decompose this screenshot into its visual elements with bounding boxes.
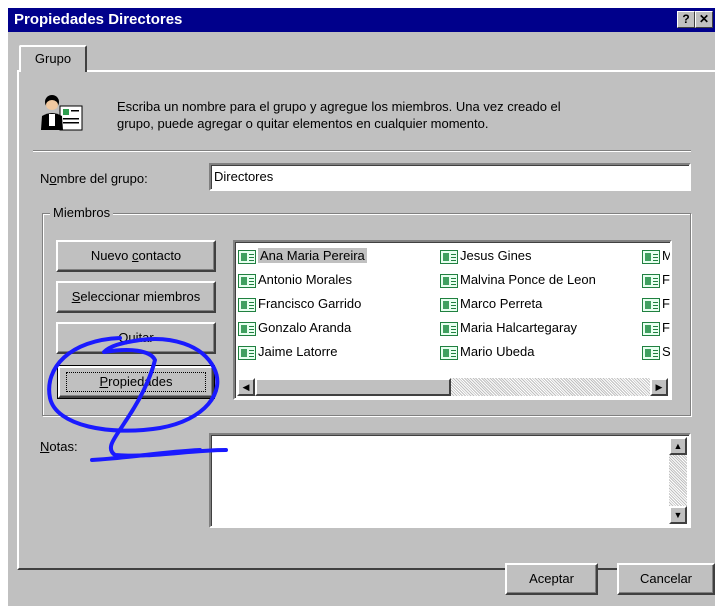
contact-card-icon bbox=[238, 297, 256, 312]
contact-card-icon bbox=[238, 345, 256, 360]
list-item[interactable]: Marco Perreta bbox=[440, 293, 542, 315]
cancel-button[interactable]: Cancelar bbox=[617, 563, 715, 595]
list-item[interactable]: Maria Halcartegaray bbox=[440, 317, 577, 339]
contact-card-icon bbox=[642, 297, 660, 312]
window-title: Propiedades Directores bbox=[14, 11, 183, 28]
contact-card-icon bbox=[440, 321, 458, 336]
contact-card-icon bbox=[440, 297, 458, 312]
list-item[interactable]: Malvina Ponce de Leon bbox=[440, 269, 596, 291]
properties-button[interactable]: Propiedades bbox=[57, 365, 215, 399]
group-people-icon bbox=[41, 95, 83, 131]
intro-text: Escriba un nombre para el grupo y agregu… bbox=[117, 98, 677, 132]
list-item[interactable]: M bbox=[642, 245, 670, 267]
contact-card-icon bbox=[642, 273, 660, 288]
vertical-scrollbar[interactable]: ▲ ▼ bbox=[669, 437, 687, 524]
scroll-up-icon[interactable]: ▲ bbox=[669, 437, 687, 455]
list-item[interactable]: F bbox=[642, 317, 670, 339]
list-item[interactable]: S bbox=[642, 341, 670, 363]
list-item[interactable]: Francisco Garrido bbox=[238, 293, 361, 315]
scroll-down-icon[interactable]: ▼ bbox=[669, 506, 687, 524]
remove-button[interactable]: Quitar bbox=[56, 322, 216, 354]
list-item[interactable]: Gonzalo Aranda bbox=[238, 317, 351, 339]
scroll-left-icon[interactable]: ◀ bbox=[237, 378, 255, 396]
separator bbox=[33, 150, 691, 152]
list-item[interactable]: Jaime Latorre bbox=[238, 341, 337, 363]
list-item[interactable]: Antonio Morales bbox=[238, 269, 352, 291]
contact-card-icon bbox=[440, 345, 458, 360]
scroll-thumb[interactable] bbox=[255, 378, 451, 396]
focus-rect bbox=[66, 372, 206, 392]
contact-card-icon bbox=[238, 249, 256, 264]
members-list[interactable]: Ana Maria Pereira Antonio Morales Franci… bbox=[233, 240, 672, 400]
help-button[interactable]: ? bbox=[677, 11, 695, 28]
select-members-button[interactable]: Seleccionar miembros bbox=[56, 281, 216, 313]
horizontal-scrollbar[interactable]: ◀ ▶ bbox=[237, 378, 668, 396]
list-item[interactable]: Ana Maria Pereira bbox=[238, 245, 367, 267]
members-legend: Miembros bbox=[50, 205, 114, 220]
notes-label: Notas: bbox=[40, 439, 78, 454]
new-contact-button[interactable]: Nuevo contacto bbox=[56, 240, 216, 272]
intro-line-2: grupo, puede agregar o quitar elementos … bbox=[117, 116, 489, 131]
contact-card-icon bbox=[238, 273, 256, 288]
list-item[interactable]: Jesus Gines bbox=[440, 245, 532, 267]
contact-card-icon bbox=[642, 249, 660, 264]
list-item[interactable]: Mario Ubeda bbox=[440, 341, 534, 363]
tab-grupo-label: Grupo bbox=[34, 51, 72, 66]
notes-field[interactable]: ▲ ▼ bbox=[209, 433, 691, 528]
contact-card-icon bbox=[642, 321, 660, 336]
group-name-value: Directores bbox=[214, 169, 274, 184]
contact-card-icon bbox=[642, 345, 660, 360]
contact-card-icon bbox=[238, 321, 256, 336]
group-name-field[interactable]: Directores bbox=[209, 163, 691, 191]
accept-button[interactable]: Aceptar bbox=[505, 563, 598, 595]
close-button[interactable]: ✕ bbox=[695, 11, 713, 28]
contact-card-icon bbox=[440, 249, 458, 264]
title-bar: Propiedades Directores ? ✕ bbox=[8, 8, 715, 32]
intro-line-1: Escriba un nombre para el grupo y agregu… bbox=[117, 99, 561, 114]
tab-grupo[interactable]: Grupo bbox=[19, 45, 87, 72]
group-name-label: Nombre del grupo: bbox=[40, 171, 148, 186]
scroll-right-icon[interactable]: ▶ bbox=[650, 378, 668, 396]
list-item[interactable]: F bbox=[642, 269, 670, 291]
contact-card-icon bbox=[440, 273, 458, 288]
list-item[interactable]: F bbox=[642, 293, 670, 315]
